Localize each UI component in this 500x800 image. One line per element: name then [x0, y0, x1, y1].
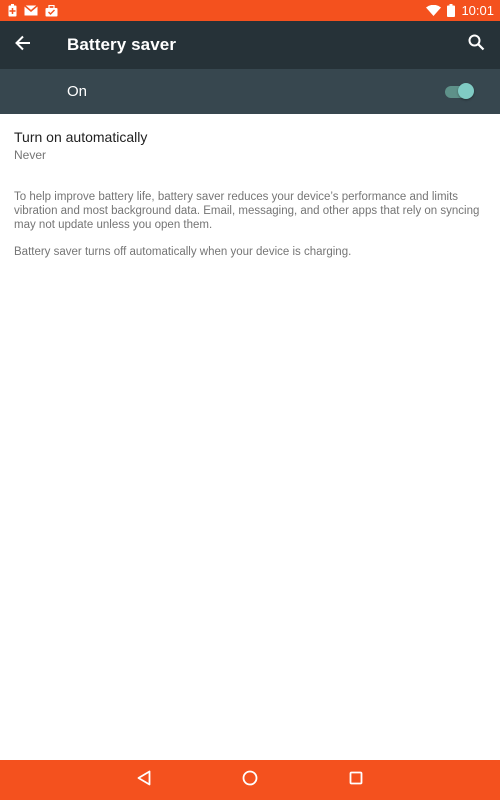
toolbar: Battery saver [0, 21, 500, 69]
notification-icons [8, 4, 58, 17]
system-icons: 10:01 [426, 4, 494, 17]
battery-icon [447, 4, 456, 17]
recents-square-icon [349, 771, 363, 790]
battery-saver-notification-icon [8, 4, 17, 17]
page-title: Battery saver [67, 35, 177, 54]
search-button[interactable] [464, 33, 488, 57]
toggle-thumb [458, 82, 474, 99]
back-triangle-icon [137, 770, 151, 791]
briefcase-notification-icon [45, 4, 58, 17]
nav-home-button[interactable] [230, 760, 270, 800]
back-button[interactable] [11, 33, 35, 57]
preference-summary: Never [14, 148, 47, 162]
clock: 10:01 [461, 3, 494, 18]
battery-saver-description: To help improve battery life, battery sa… [14, 191, 480, 231]
search-icon [468, 34, 485, 56]
preference-title: Turn on automatically [14, 129, 148, 145]
arrow-back-icon [15, 35, 31, 56]
gmail-icon [24, 5, 38, 16]
master-switch-label: On [67, 83, 88, 100]
master-switch-bar[interactable]: On [0, 69, 500, 114]
nav-recents-button[interactable] [336, 760, 376, 800]
charging-note: Battery saver turns off automatically wh… [14, 246, 352, 258]
nav-back-button[interactable] [124, 760, 164, 800]
navigation-bar [0, 760, 500, 800]
status-bar: 10:01 [0, 0, 500, 21]
wifi-icon [426, 5, 442, 16]
battery-saver-toggle[interactable] [444, 82, 476, 102]
turn-on-automatically-preference[interactable]: Turn on automatically Never [0, 114, 500, 176]
home-circle-icon [242, 770, 258, 791]
